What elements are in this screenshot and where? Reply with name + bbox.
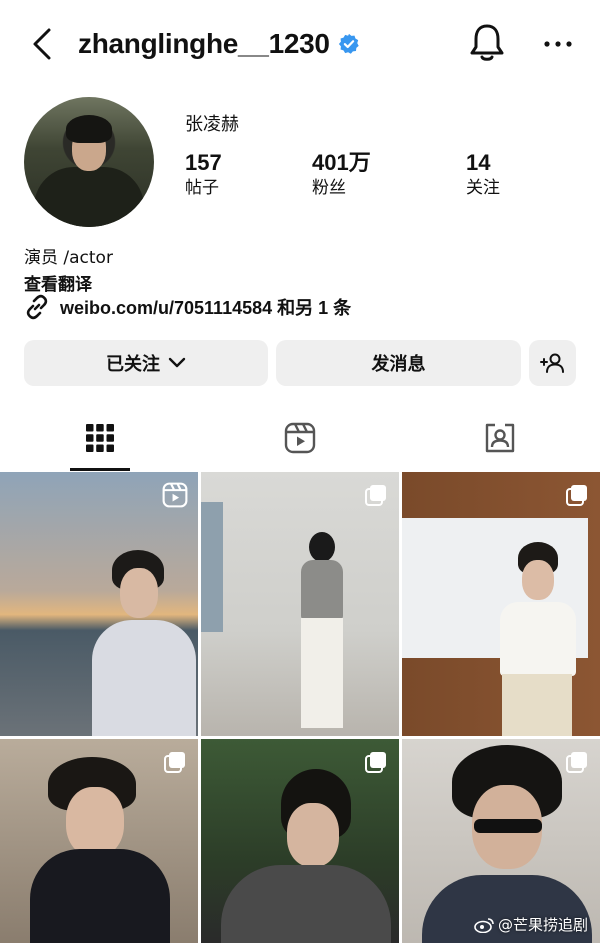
tab-reels[interactable]: [270, 405, 330, 471]
carousel-badge-icon: [164, 752, 185, 773]
followers-value: 401万: [312, 150, 371, 175]
profile-tabs: [0, 405, 600, 471]
notifications-button[interactable]: [468, 22, 506, 64]
bio-text: 演员 /actor: [24, 248, 113, 268]
verified-badge-icon: [338, 33, 359, 54]
message-button-label: 发消息: [371, 354, 426, 375]
top-bar: zhanglinghe__1230: [0, 0, 600, 88]
chevron-left-icon: [33, 28, 51, 60]
bell-icon: [470, 24, 504, 61]
message-button[interactable]: 发消息: [276, 340, 521, 386]
link-text: weibo.com/u/7051114584 和另 1 条: [60, 298, 352, 318]
weibo-watermark: @芒果捞追剧: [474, 914, 588, 935]
grid-post[interactable]: @芒果捞追剧: [402, 739, 600, 943]
following-button[interactable]: 已关注: [24, 340, 268, 386]
posts-grid: @芒果捞追剧: [0, 472, 600, 943]
avatar-jacket-shape: [34, 167, 144, 227]
display-name: 张凌赫: [185, 114, 239, 135]
suggested-users-button[interactable]: [529, 340, 576, 386]
followers-count[interactable]: 401万 粉丝: [312, 150, 371, 200]
posts-label: 帖子: [185, 178, 219, 198]
grid-post[interactable]: [0, 739, 198, 943]
carousel-badge-icon: [365, 752, 386, 773]
grid-icon: [86, 424, 114, 452]
post-figure-shape: [293, 532, 353, 732]
carousel-badge-icon: [566, 485, 587, 506]
profile-avatar[interactable]: [24, 97, 154, 227]
following-value: 14: [466, 150, 491, 175]
tagged-icon: [485, 423, 515, 453]
username-row: zhanglinghe__1230: [78, 24, 360, 64]
carousel-badge-icon: [365, 485, 386, 506]
post-figure-shape: [92, 550, 196, 736]
reel-badge-icon: [162, 482, 188, 508]
more-options-button[interactable]: [540, 28, 576, 60]
tab-tagged[interactable]: [470, 405, 530, 471]
followers-label: 粉丝: [312, 178, 346, 198]
link-icon: [26, 294, 48, 320]
reels-icon: [284, 422, 316, 454]
profile-link[interactable]: weibo.com/u/7051114584 和另 1 条: [24, 294, 351, 320]
tab-posts-grid[interactable]: [70, 405, 130, 471]
more-dots-icon: [544, 41, 572, 47]
following-button-label: 已关注: [106, 354, 160, 375]
grid-post[interactable]: [201, 472, 399, 736]
chevron-down-icon: [168, 357, 186, 368]
grid-post[interactable]: [0, 472, 198, 736]
posts-count[interactable]: 157 帖子: [185, 150, 222, 200]
active-tab-indicator: [70, 468, 130, 471]
following-count[interactable]: 14 关注: [466, 150, 500, 200]
see-translation-link[interactable]: 查看翻译: [24, 270, 92, 295]
grid-post[interactable]: [402, 472, 600, 736]
username: zhanglinghe__1230: [78, 28, 330, 59]
add-user-icon: [539, 353, 564, 373]
post-figure-shape: [221, 769, 391, 943]
back-button[interactable]: [26, 26, 58, 62]
post-figure-shape: [488, 542, 584, 736]
avatar-hair-shape: [66, 115, 112, 143]
posts-value: 157: [185, 150, 222, 175]
post-figure-shape: [30, 757, 170, 943]
carousel-badge-icon: [566, 752, 587, 773]
window-shape: [201, 502, 223, 632]
weibo-logo-icon: [474, 917, 494, 933]
grid-post[interactable]: [201, 739, 399, 943]
following-label: 关注: [466, 178, 500, 198]
watermark-text: @芒果捞追剧: [497, 916, 588, 934]
